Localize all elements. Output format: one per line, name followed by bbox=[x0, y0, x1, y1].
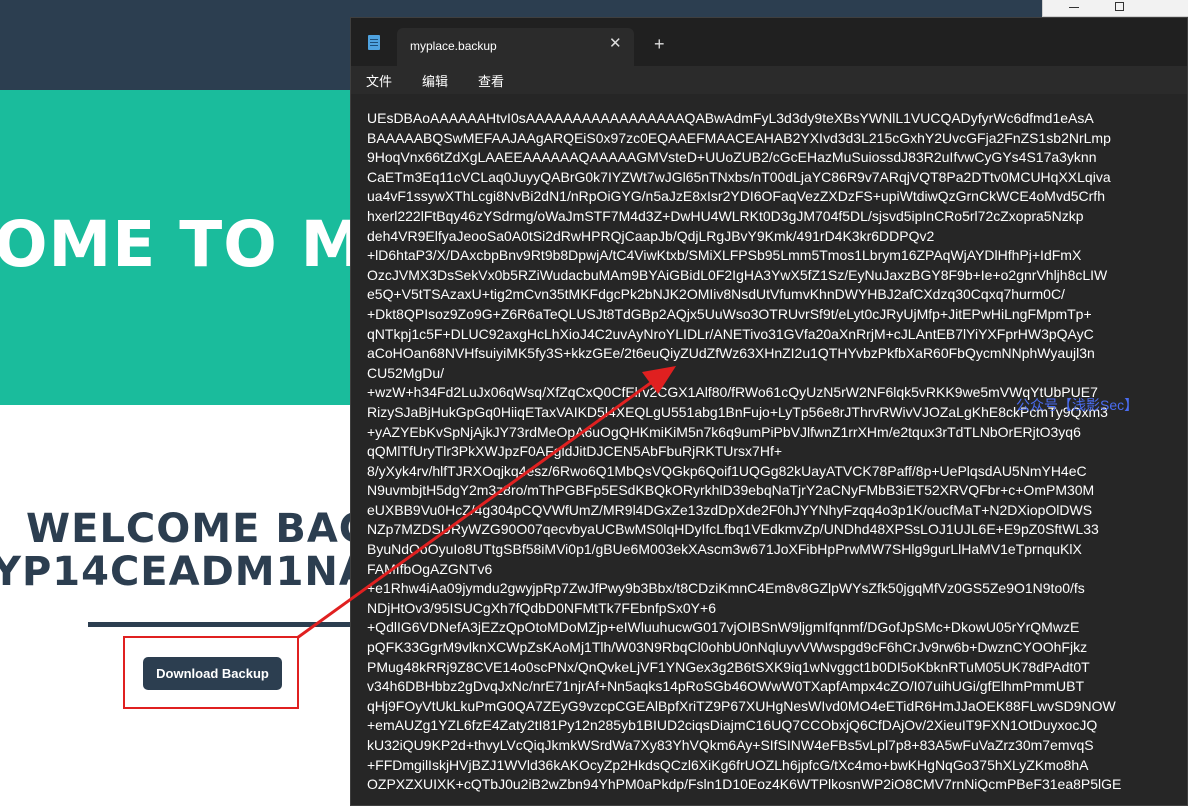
menu-view[interactable]: 查看 bbox=[478, 71, 504, 90]
menu-edit[interactable]: 编辑 bbox=[422, 71, 448, 90]
minimize-icon[interactable] bbox=[1069, 7, 1079, 8]
file-content-base64: UEsDBAoAAAAAAHtvI0sAAAAAAAAAAAAAAAAAQABw… bbox=[367, 110, 1122, 793]
new-tab-plus-icon[interactable]: + bbox=[654, 35, 665, 53]
hero-title: OME TO M bbox=[0, 208, 365, 281]
close-icon[interactable]: ✕ bbox=[609, 36, 622, 51]
notepad-titlebar: myplace.backup ✕ + bbox=[351, 18, 1187, 66]
welcome-heading: WELCOME BAC bbox=[26, 506, 370, 552]
maximize-icon[interactable] bbox=[1115, 2, 1124, 11]
username-heading: YP14CEADM1NAC bbox=[0, 549, 402, 595]
watermark-text: 公众号【浅影Sec】 bbox=[1016, 397, 1139, 413]
tab-title: myplace.backup bbox=[410, 39, 497, 53]
heading-divider bbox=[88, 622, 358, 627]
annotation-highlight-box bbox=[123, 636, 299, 709]
menu-bar: 文件 编辑 查看 bbox=[351, 66, 1187, 94]
background-window-titlebar bbox=[1042, 0, 1188, 17]
menu-file[interactable]: 文件 bbox=[366, 71, 392, 90]
tab-myplace-backup[interactable]: myplace.backup ✕ bbox=[397, 28, 634, 66]
text-editor-area[interactable]: UEsDBAoAAAAAAHtvI0sAAAAAAAAAAAAAAAAAQABw… bbox=[351, 94, 1187, 805]
notepad-app-icon bbox=[368, 35, 380, 50]
